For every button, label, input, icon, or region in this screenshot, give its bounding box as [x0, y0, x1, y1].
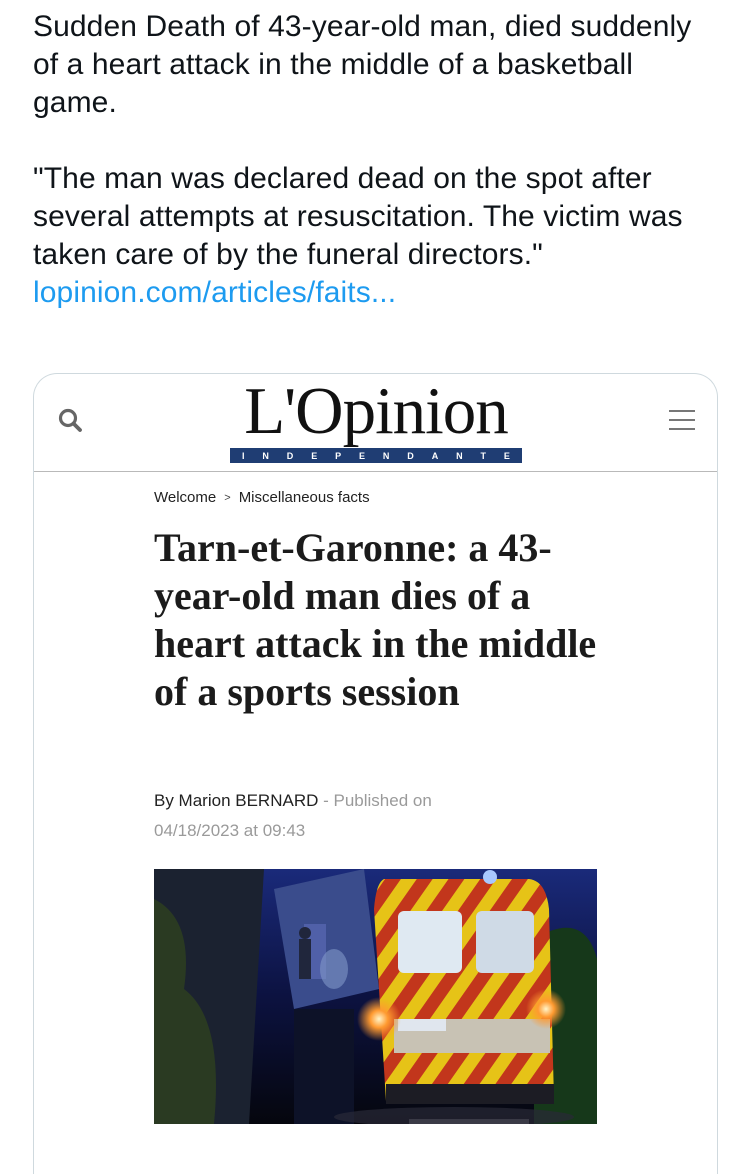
- logo-tagline-letter: D: [407, 450, 414, 461]
- site-logo[interactable]: L'Opinion I N D E P E N D A N T E: [230, 374, 522, 466]
- breadcrumb-home[interactable]: Welcome: [154, 489, 216, 506]
- breadcrumb: Welcome > Miscellaneous facts: [154, 489, 370, 506]
- tweet-text: Sudden Death of 43-year-old man, died su…: [33, 8, 723, 312]
- logo-tagline-letter: N: [456, 450, 463, 461]
- breadcrumb-separator: >: [224, 491, 231, 504]
- tweet-quote: "The man was declared dead on the spot a…: [33, 162, 683, 271]
- logo-tagline-letter: T: [480, 450, 486, 461]
- logo-tagline-letter: E: [359, 450, 366, 461]
- logo-tagline-letter: N: [262, 450, 269, 461]
- logo-tagline: INDEPENDANTE: [230, 448, 522, 463]
- tweet-link[interactable]: lopinion.com/articles/faits...: [33, 274, 723, 312]
- logo-tagline-letter: N: [382, 450, 390, 461]
- search-icon[interactable]: [56, 406, 86, 436]
- logo-tagline-letter: A: [431, 450, 439, 461]
- link-preview-card[interactable]: L'Opinion I N D E P E N D A N T E Welcome > Miscell…: [33, 373, 718, 1174]
- logo-tagline-letter: D: [286, 450, 294, 461]
- logo-wordmark: L'Opinion: [244, 374, 509, 448]
- article-headline: Tarn-et-Garonne: a 43-year-old man dies …: [154, 525, 597, 714]
- breadcrumb-section[interactable]: Miscellaneous facts: [239, 489, 370, 506]
- logo-tagline-letter: E: [311, 450, 318, 461]
- published-label: - Published on: [323, 791, 432, 810]
- published-date: 04/18/2023 at 09:43: [154, 821, 306, 840]
- author: By Marion BERNARD: [154, 791, 319, 810]
- tweet-line: Sudden Death of 43-year-old man, died su…: [33, 10, 692, 119]
- logo-tagline-letter: P: [335, 450, 342, 461]
- article-photo: [154, 869, 597, 1124]
- hamburger-menu-icon[interactable]: [669, 410, 695, 432]
- article-byline: By Marion BERNARD - Published on 04/18/2…: [154, 786, 514, 846]
- logo-tagline-letter: E: [503, 450, 510, 461]
- logo-tagline-letter: I: [242, 450, 245, 461]
- site-header: L'Opinion I N D E P E N D A N T E: [34, 374, 717, 472]
